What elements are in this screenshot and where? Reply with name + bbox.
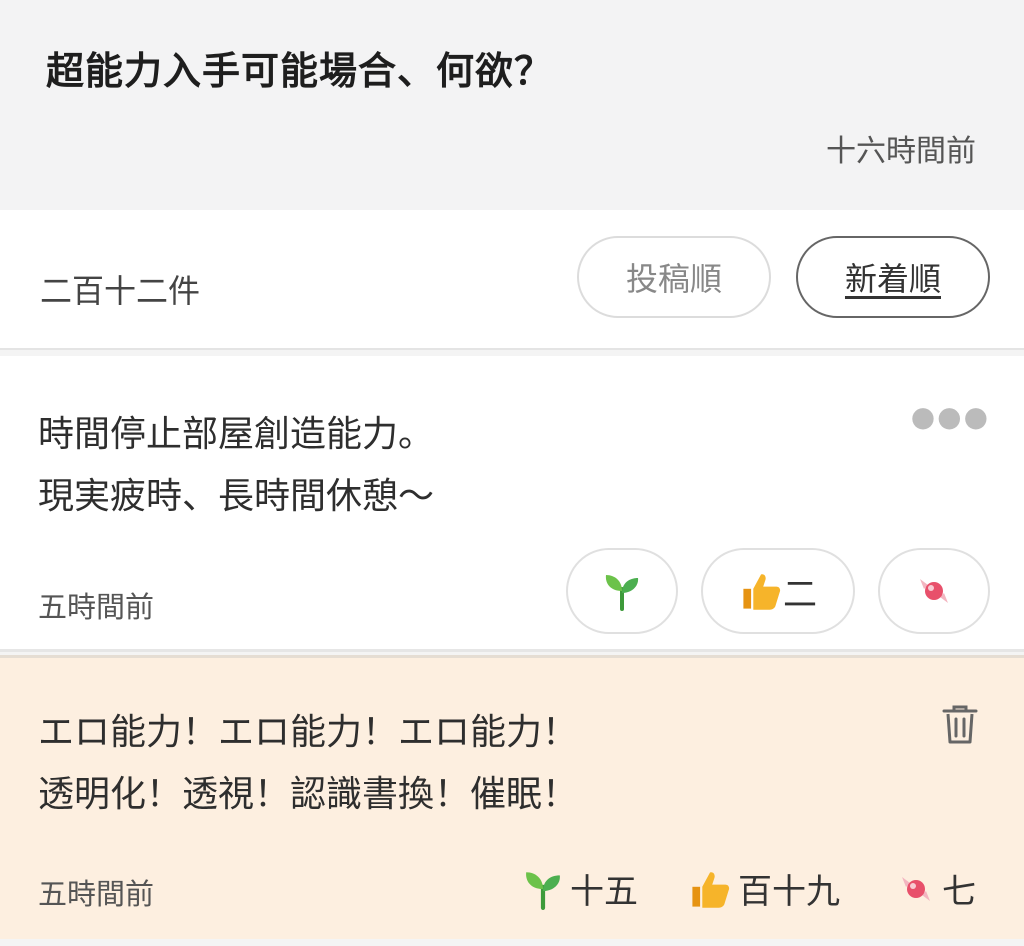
candy-reaction[interactable]: 七 [896,864,976,913]
thumbs-up-icon [739,569,783,613]
comment-timestamp: 五時間前 [38,590,155,624]
like-count: 二 [783,574,817,615]
candy-icon [914,571,954,611]
sprout-icon [602,571,642,611]
comment-line: エロ能力！エロ能力！エロ能力！ [38,712,579,753]
comment-line: 透明化！透視！認識書換！催眠！ [38,774,579,815]
comment-line: 時間停止部屋創造能力。 [38,414,435,455]
comment-count: 二百十二件 [40,272,201,310]
thumbs-up-icon [688,867,732,911]
comment-timestamp: 五時間前 [38,877,155,911]
like-count: 百十九 [738,872,840,912]
trash-icon[interactable] [940,702,980,750]
sprout-reaction[interactable]: 十五 [522,864,638,913]
post-timestamp: 十六時間前 [826,134,976,169]
comment-line: 現実疲時、長時間休憩～ [38,476,435,517]
like-reaction[interactable]: 百十九 [688,864,840,913]
candy-count: 七 [942,872,976,912]
candy-reaction-button[interactable] [878,548,990,634]
sort-bar: 二百十二件 投稿順 新着順 [0,210,1024,350]
sprout-count: 十五 [570,872,638,912]
comment-text: エロ能力！エロ能力！エロ能力！ 透明化！透視！認識書換！催眠！ [38,702,578,826]
sprout-reaction-button[interactable] [566,548,678,634]
more-icon[interactable]: ●●● [911,400,990,433]
like-reaction-button[interactable]: 二 [701,548,855,634]
comment-item-own: エロ能力！エロ能力！エロ能力！ 透明化！透視！認識書換！催眠！ 五時間前 十五 … [0,655,1024,939]
sprout-icon [522,868,564,910]
sort-by-newest-button[interactable]: 新着順 [796,236,990,318]
comment-text: 時間停止部屋創造能力。 現実疲時、長時間休憩～ [38,404,434,528]
sort-by-post-button[interactable]: 投稿順 [577,236,771,318]
post-title: 超能力入手可能場合、何欲？ [46,49,554,93]
comment-item: 時間停止部屋創造能力。 現実疲時、長時間休憩～ ●●● 五時間前 二 [0,356,1024,652]
post-header: 超能力入手可能場合、何欲？ 十六時間前 [0,0,1024,210]
candy-icon [896,869,936,909]
